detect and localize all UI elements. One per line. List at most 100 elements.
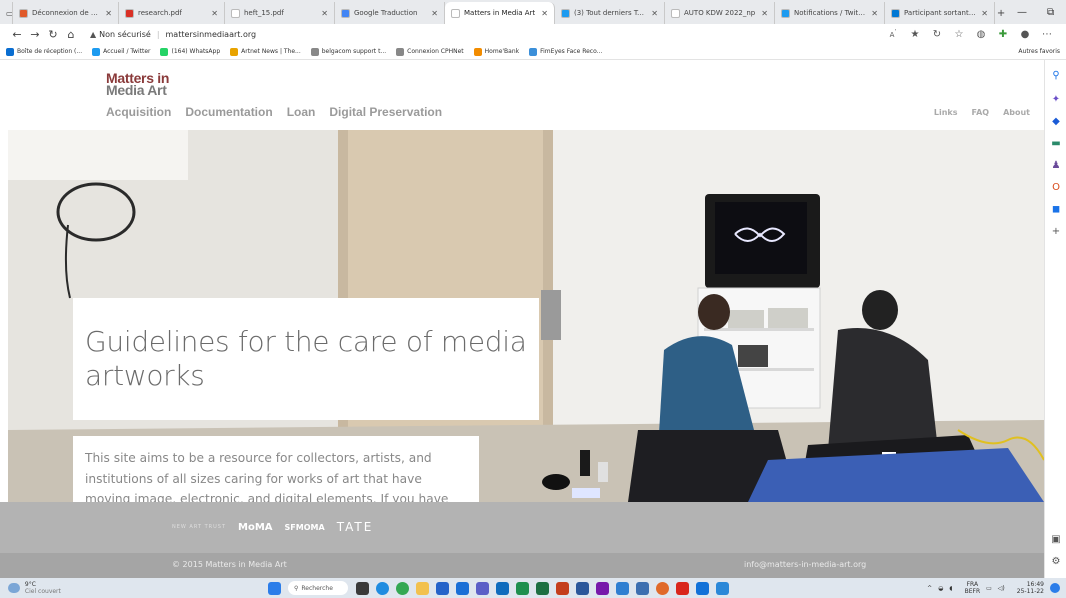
- chrome-icon[interactable]: [396, 581, 409, 595]
- read-aloud-button[interactable]: Aʼ: [882, 29, 904, 40]
- app-green-icon[interactable]: [516, 581, 529, 595]
- nav-about[interactable]: About: [1003, 108, 1030, 117]
- file-explorer-icon[interactable]: [416, 581, 429, 595]
- tab-actions-button[interactable]: ▭: [0, 2, 13, 24]
- nav-links[interactable]: Links: [934, 108, 958, 117]
- tray-display-icon[interactable]: ▭: [986, 585, 992, 592]
- bookmark-item[interactable]: belgacom support t...: [310, 47, 386, 56]
- favorite-star-button[interactable]: ★: [904, 29, 926, 40]
- close-tab-icon[interactable]: ✕: [541, 9, 548, 18]
- mail-icon[interactable]: [456, 581, 469, 595]
- nav-acquisition[interactable]: Acquisition: [106, 105, 171, 119]
- browser-tab[interactable]: Notifications / Twitter ✕: [775, 2, 885, 24]
- refresh-action-button[interactable]: ↻: [926, 29, 948, 40]
- other-favorites-button[interactable]: Autres favoris: [1018, 48, 1066, 55]
- browser-tab[interactable]: heft_15.pdf ✕: [225, 2, 335, 24]
- tab-title: Déconnexion de Hom: [32, 9, 102, 17]
- partner-sfmoma[interactable]: SFMOMA: [285, 523, 325, 532]
- app-acrobat-icon[interactable]: [676, 581, 689, 595]
- taskbar-search[interactable]: ⚲ Recherche: [288, 581, 348, 595]
- more-options-button[interactable]: ⋯: [1036, 29, 1058, 40]
- site-logo[interactable]: Matters in Media Art: [106, 71, 169, 97]
- tray-speaker-icon[interactable]: ◁): [998, 585, 1005, 592]
- collections-button[interactable]: ◍: [970, 29, 992, 40]
- browser-tab[interactable]: Matters in Media Art ✕: [445, 2, 555, 24]
- outlook-icon[interactable]: [496, 581, 509, 595]
- language-indicator[interactable]: FRA BEFR: [959, 581, 981, 595]
- task-view-icon[interactable]: [356, 581, 369, 595]
- close-tab-icon[interactable]: ✕: [981, 9, 988, 18]
- favorites-button[interactable]: ☆: [948, 29, 970, 40]
- bookmark-favicon-icon: [160, 47, 169, 56]
- taskbar-clock[interactable]: 16:49 25-11-22: [1011, 581, 1044, 595]
- app-photos-icon[interactable]: [616, 581, 629, 595]
- store-icon[interactable]: [436, 581, 449, 595]
- profile-button[interactable]: ●: [1014, 29, 1036, 40]
- partner-tate[interactable]: TATE: [337, 520, 374, 534]
- sidebar-games-button[interactable]: ♟: [1050, 160, 1062, 172]
- app-edge-dev-icon[interactable]: [696, 581, 709, 595]
- partner-new-art-trust[interactable]: NEW ART TRUST: [172, 524, 226, 530]
- browser-tab[interactable]: AUTO KDW 2022_np ✕: [665, 2, 775, 24]
- sidebar-copilot-button[interactable]: ✦: [1050, 94, 1062, 106]
- reload-button[interactable]: ↻: [44, 28, 62, 41]
- app-vscode-icon[interactable]: [716, 581, 729, 595]
- sidebar-add-button[interactable]: +: [1050, 226, 1062, 238]
- close-tab-icon[interactable]: ✕: [871, 9, 878, 18]
- bookmark-item[interactable]: Home'Bank: [473, 47, 519, 56]
- browser-tab[interactable]: (3) Tout derniers Twee ✕: [555, 2, 665, 24]
- minimize-button[interactable]: —: [1007, 7, 1037, 18]
- tray-volume-icon[interactable]: ◖: [949, 585, 952, 592]
- edge-icon[interactable]: [376, 581, 389, 595]
- bookmark-item[interactable]: (164) WhatsApp: [160, 47, 220, 56]
- nav-loan[interactable]: Loan: [287, 105, 316, 119]
- close-tab-icon[interactable]: ✕: [761, 9, 768, 18]
- bookmark-item[interactable]: Accueil / Twitter: [92, 47, 150, 56]
- nav-faq[interactable]: FAQ: [972, 108, 990, 117]
- new-tab-button[interactable]: +: [995, 2, 1007, 24]
- weather-widget[interactable]: 9°C Ciel couvert: [8, 581, 61, 595]
- app-paint-icon[interactable]: [656, 581, 669, 595]
- sidebar-layout-button[interactable]: ▣: [1050, 534, 1062, 546]
- app-word-icon[interactable]: [576, 581, 589, 595]
- close-tab-icon[interactable]: ✕: [431, 9, 438, 18]
- bookmark-item[interactable]: Boîte de réception (...: [6, 47, 82, 56]
- bookmark-item[interactable]: Connexion CPHNet: [396, 47, 464, 56]
- forward-button[interactable]: →: [26, 28, 44, 41]
- app-excel-icon[interactable]: [536, 581, 549, 595]
- nav-documentation[interactable]: Documentation: [185, 105, 272, 119]
- url-field[interactable]: ▲ Non sécurisé | mattersinmediaart.org: [90, 30, 256, 39]
- browser-tab[interactable]: Google Traduction ✕: [335, 2, 445, 24]
- contact-email-link[interactable]: info@matters-in-media-art.org: [744, 560, 866, 569]
- extensions-button[interactable]: ✚: [992, 29, 1014, 40]
- home-button[interactable]: ⌂: [62, 28, 80, 41]
- close-tab-icon[interactable]: ✕: [651, 9, 658, 18]
- teams-icon[interactable]: [476, 581, 489, 595]
- sidebar-outlook-button[interactable]: ◼: [1050, 204, 1062, 216]
- browser-tab[interactable]: Déconnexion de Hom ✕: [13, 2, 119, 24]
- browser-tab[interactable]: Participant sortant et ✕: [885, 2, 995, 24]
- app-camera-icon[interactable]: [636, 581, 649, 595]
- partner-moma[interactable]: MoMA: [238, 522, 273, 533]
- sidebar-tag-button[interactable]: ◆: [1050, 116, 1062, 128]
- app-powerpoint-icon[interactable]: [556, 581, 569, 595]
- back-button[interactable]: ←: [8, 28, 26, 41]
- tray-network-icon[interactable]: ◒: [938, 585, 943, 592]
- sidebar-office-button[interactable]: O: [1050, 182, 1062, 194]
- nav-digital-preservation[interactable]: Digital Preservation: [329, 105, 442, 119]
- page-headline: Guidelines for the care of media artwork…: [85, 325, 527, 392]
- sidebar-tools-button[interactable]: ▬: [1050, 138, 1062, 150]
- bookmark-item[interactable]: Artnet News | The...: [230, 47, 301, 56]
- windows-start-icon[interactable]: [268, 581, 281, 595]
- close-tab-icon[interactable]: ✕: [105, 9, 112, 18]
- maximize-button[interactable]: ⧉: [1037, 7, 1064, 18]
- bookmark-item[interactable]: FimEyes Face Reco...: [529, 47, 602, 56]
- close-tab-icon[interactable]: ✕: [321, 9, 328, 18]
- sidebar-settings-button[interactable]: ⚙: [1050, 556, 1062, 568]
- browser-tab[interactable]: research.pdf ✕: [119, 2, 225, 24]
- tray-overflow-icon[interactable]: ^: [927, 585, 932, 592]
- notification-icon[interactable]: [1050, 583, 1060, 593]
- sidebar-search-button[interactable]: ⚲: [1050, 70, 1062, 82]
- close-tab-icon[interactable]: ✕: [211, 9, 218, 18]
- app-onenote-icon[interactable]: [596, 581, 609, 595]
